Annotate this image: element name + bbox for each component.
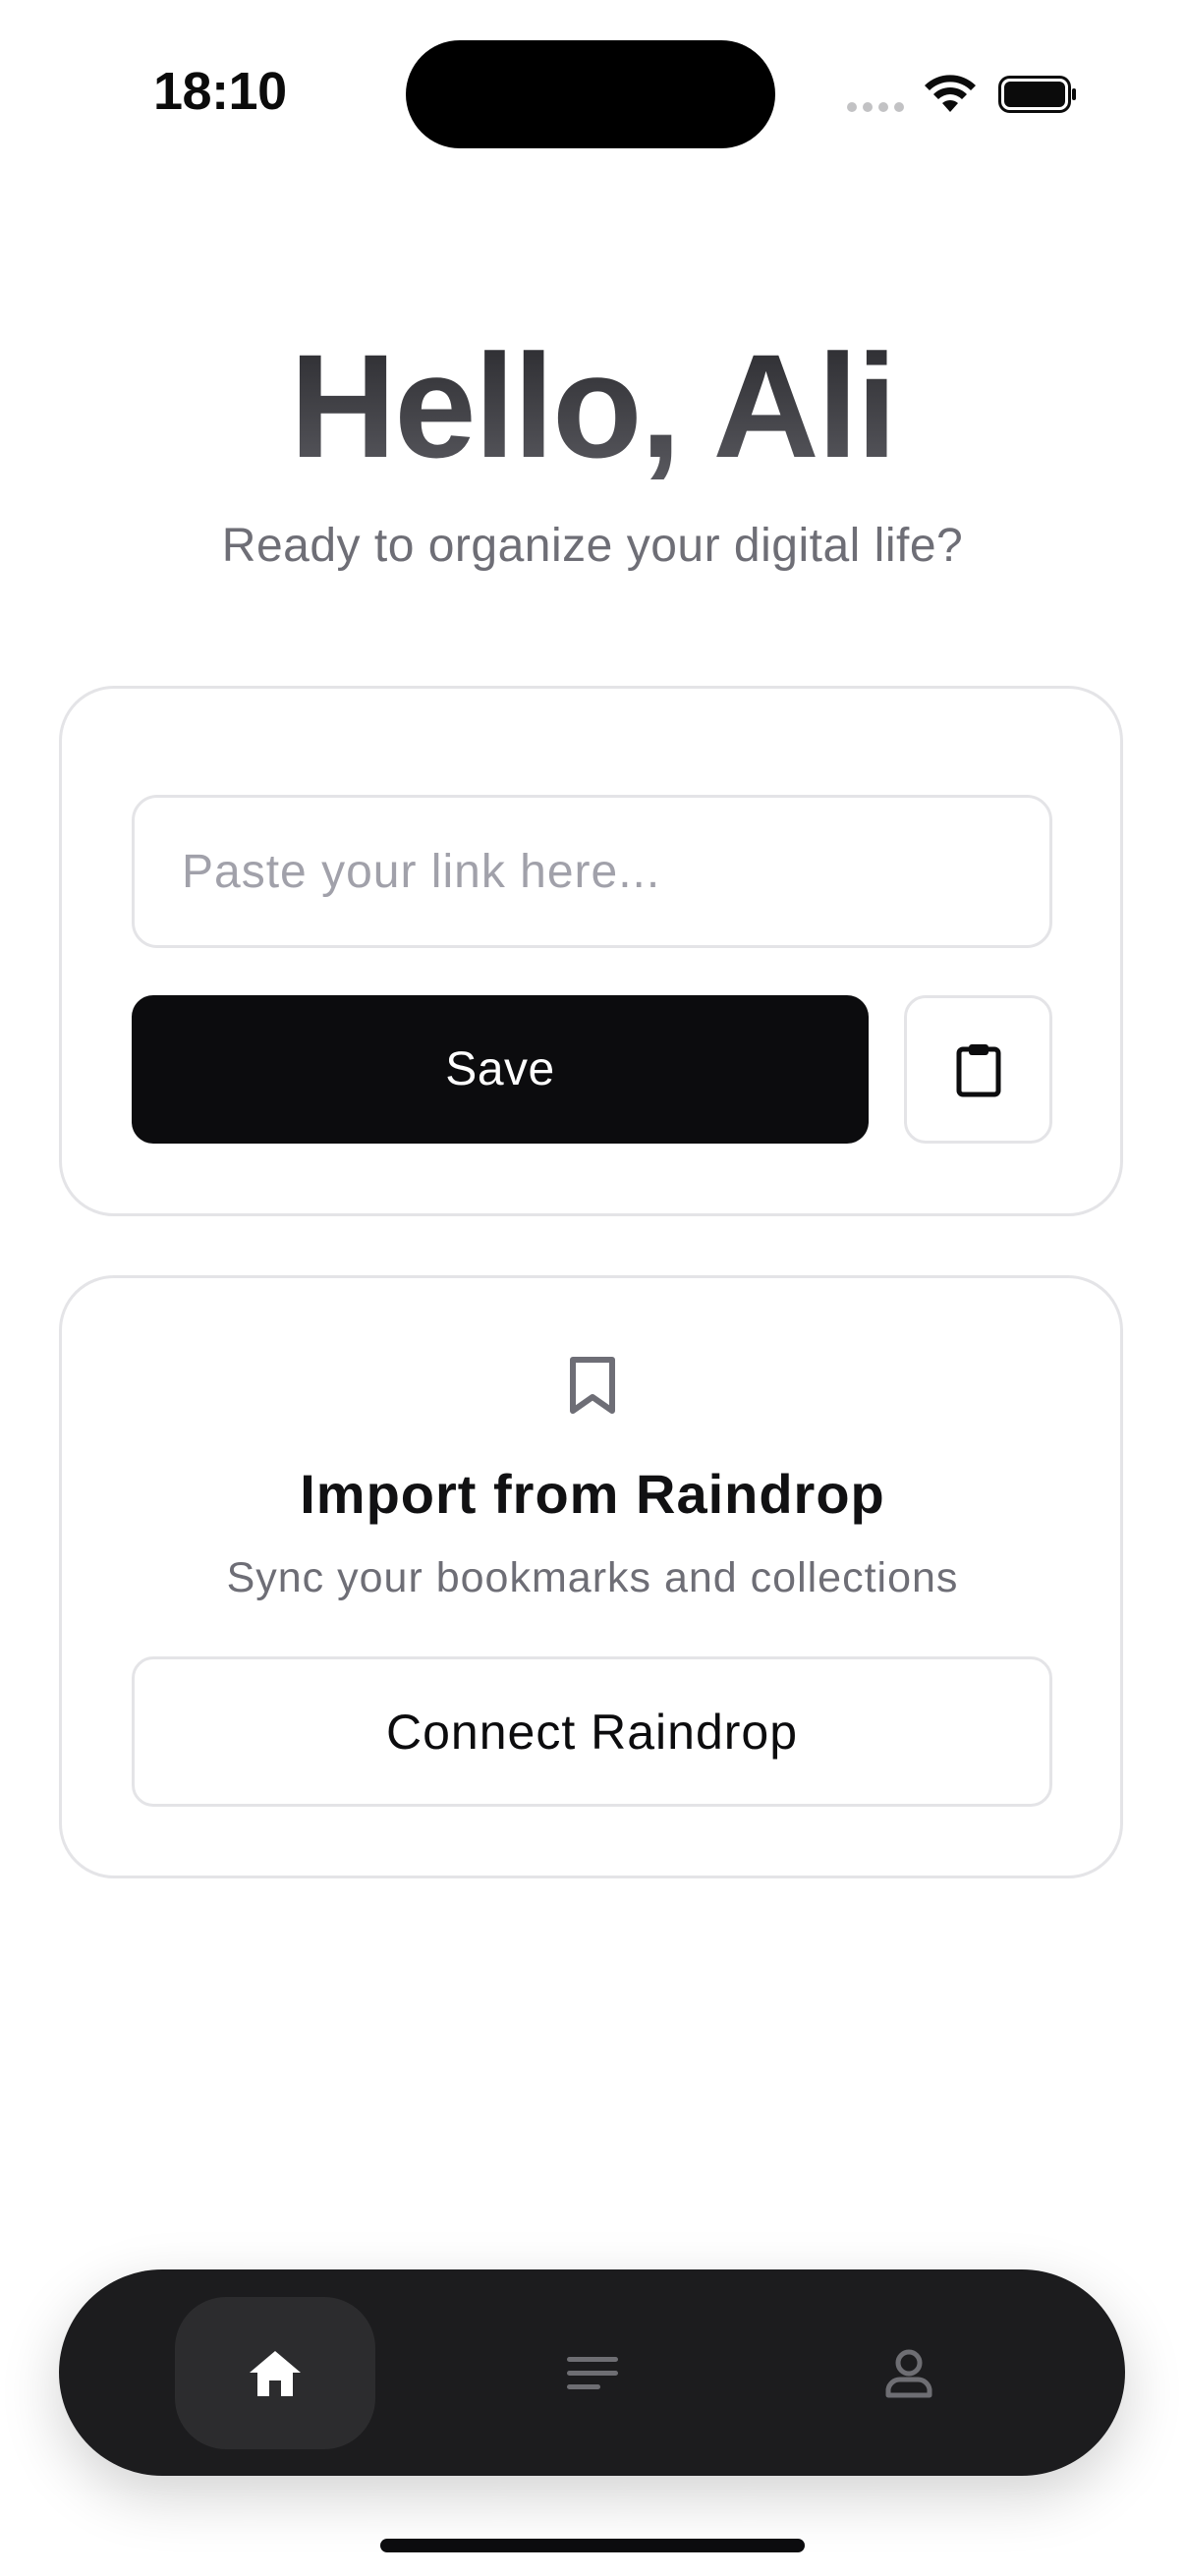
tab-list[interactable]: [521, 2297, 664, 2449]
connect-raindrop-button[interactable]: Connect Raindrop: [132, 1656, 1052, 1807]
home-icon: [250, 2350, 301, 2396]
greeting-title: Hello, Ali: [0, 332, 1185, 479]
save-button[interactable]: Save: [132, 995, 869, 1144]
link-input[interactable]: [132, 795, 1052, 948]
home-indicator: [380, 2539, 805, 2552]
clipboard-icon: [956, 1043, 1000, 1096]
list-icon: [567, 2356, 618, 2389]
dynamic-island: [406, 40, 775, 148]
greeting-subtitle: Ready to organize your digital life?: [221, 520, 964, 572]
paste-clipboard-button[interactable]: [904, 995, 1052, 1144]
battery-icon: [998, 76, 1076, 113]
tab-home[interactable]: [175, 2297, 375, 2449]
tab-profile[interactable]: [837, 2297, 981, 2449]
wifi-icon: [925, 75, 976, 112]
import-description: Sync your bookmarks and collections: [226, 1554, 959, 1601]
cellular-signal-icon: [847, 102, 904, 112]
bookmark-icon: [570, 1357, 615, 1414]
profile-icon: [885, 2349, 932, 2397]
import-title: Import from Raindrop: [300, 1463, 885, 1525]
status-time: 18:10: [153, 62, 287, 121]
